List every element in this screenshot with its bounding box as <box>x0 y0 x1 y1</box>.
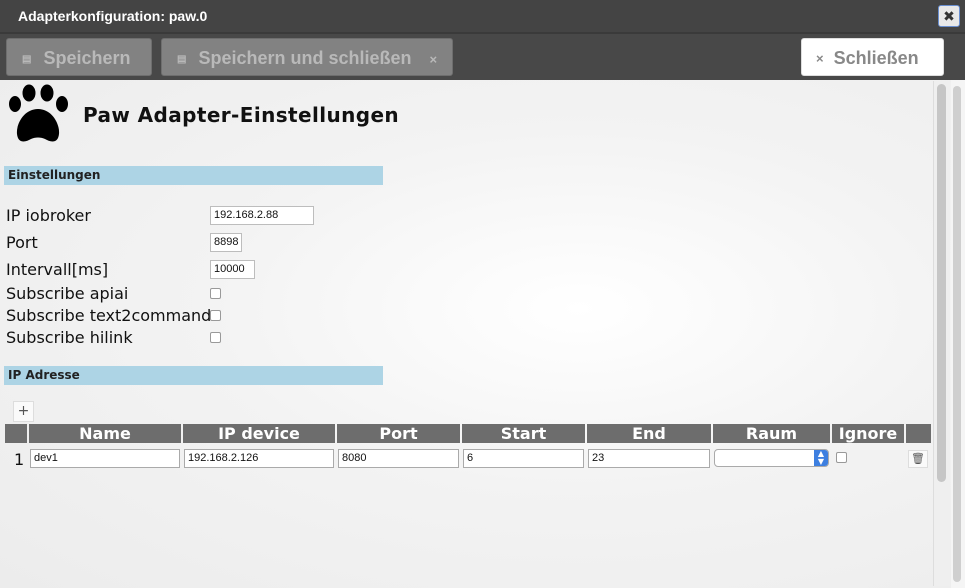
select-arrows-icon: ▲ ▼ <box>814 450 828 466</box>
trash-icon: 🗑 <box>911 452 925 465</box>
window-title: Adapterkonfiguration: paw.0 <box>18 8 208 24</box>
close-icon: ✖ <box>943 9 955 25</box>
interval-label: Intervall[ms] <box>6 260 109 279</box>
table-header-raum: Raum <box>713 424 830 443</box>
window-close-button[interactable]: ✖ <box>938 5 960 27</box>
disk-icon: ▤ <box>177 54 187 65</box>
subscribe-apiai-checkbox[interactable] <box>210 288 221 299</box>
toolbar: ▤ Speichern ▤ Speichern und schließen × × Sc… <box>0 34 965 80</box>
row-port-input[interactable]: 8080 <box>338 449 459 468</box>
row-start-input[interactable]: 6 <box>463 449 584 468</box>
paw-logo-icon <box>9 84 68 142</box>
delete-row-button[interactable]: 🗑 <box>908 450 928 468</box>
subscribe-hilink-checkbox[interactable] <box>210 332 221 343</box>
table-header-index <box>5 424 27 443</box>
config-panel: Paw Adapter-Einstellungen Einstellungen … <box>0 80 965 588</box>
table-row-number: 1 <box>14 450 25 469</box>
row-ip-device-input[interactable]: 192.168.2.126 <box>184 449 334 468</box>
save-button[interactable]: ▤ Speichern <box>6 38 152 76</box>
row-raum-select[interactable]: ▲ ▼ <box>714 449 829 467</box>
table-header-ignore: Ignore <box>832 424 904 443</box>
port-label: Port <box>6 233 38 252</box>
window-scrollbar[interactable] <box>951 80 965 588</box>
row-ignore-checkbox[interactable] <box>836 452 847 463</box>
subscribe-text2command-label: Subscribe text2command <box>6 306 212 325</box>
table-header-port: Port <box>337 424 460 443</box>
row-end-input[interactable]: 23 <box>588 449 710 468</box>
plus-icon: + <box>17 403 30 419</box>
ip-iobroker-input[interactable]: 192.168.2.88 <box>210 206 314 225</box>
save-close-label: Speichern und schließen <box>198 48 412 68</box>
x-icon: × <box>816 51 824 66</box>
subscribe-hilink-label: Subscribe hilink <box>6 328 133 347</box>
section-ip-adresse: IP Adresse <box>4 366 383 385</box>
disk-icon: ▤ <box>22 54 32 65</box>
row-name-input[interactable]: dev1 <box>30 449 180 468</box>
table-header-name: Name <box>29 424 181 443</box>
window-scroll-thumb[interactable] <box>953 86 961 582</box>
scroll-thumb[interactable] <box>937 84 946 482</box>
interval-input[interactable]: 10000 <box>210 260 255 279</box>
close-button[interactable]: × Schließen <box>801 38 944 76</box>
port-input[interactable]: 8898 <box>210 233 242 252</box>
save-close-button[interactable]: ▤ Speichern und schließen × <box>161 38 453 76</box>
save-label: Speichern <box>43 48 131 68</box>
close-label: Schließen <box>833 48 919 68</box>
section-settings: Einstellungen <box>4 166 383 185</box>
subscribe-apiai-label: Subscribe apiai <box>6 284 129 303</box>
table-header-start: Start <box>462 424 585 443</box>
subscribe-text2command-checkbox[interactable] <box>210 310 221 321</box>
ip-iobroker-label: IP iobroker <box>6 206 91 225</box>
table-header-actions <box>906 424 931 443</box>
x-icon: × <box>429 52 438 67</box>
add-row-button[interactable]: + <box>13 401 34 422</box>
table-header-end: End <box>587 424 711 443</box>
window-titlebar: Adapterkonfiguration: paw.0 ✖ <box>0 0 965 32</box>
page-title: Paw Adapter-Einstellungen <box>83 103 400 127</box>
table-header-ip-device: IP device <box>183 424 335 443</box>
content-scrollbar[interactable] <box>933 81 950 586</box>
